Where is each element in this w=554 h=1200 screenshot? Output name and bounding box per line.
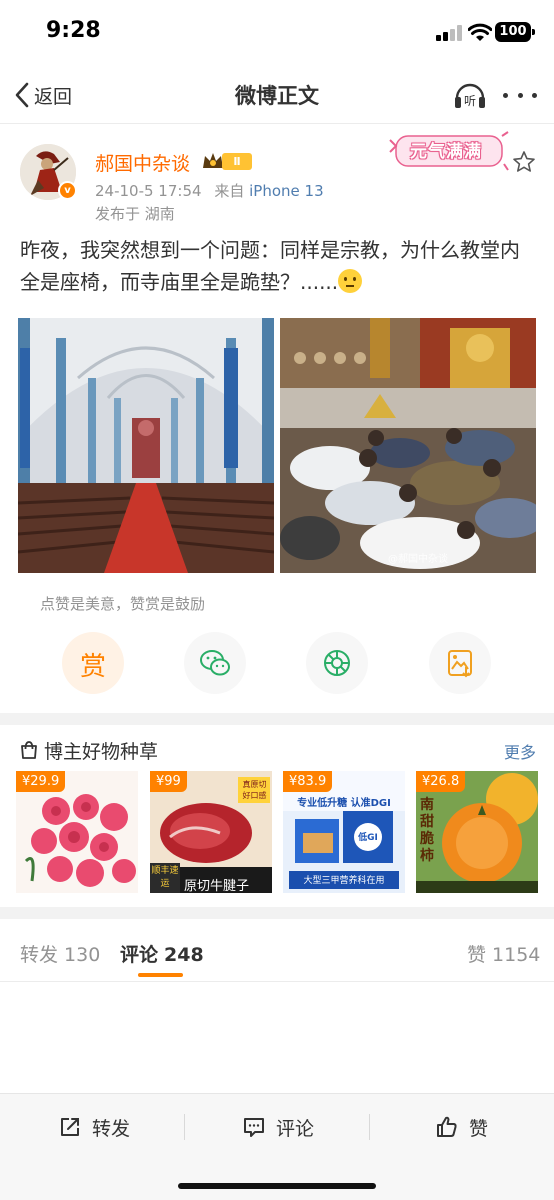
product-caption: 南甜脆柿 <box>420 797 434 864</box>
star-icon[interactable] <box>512 150 536 174</box>
post-location: 发布于 湖南 <box>95 205 175 223</box>
product-tag: 顺丰速运 <box>151 866 179 889</box>
product-card[interactable]: ¥99 真原切 好口感 顺丰速运 原切牛腱子 <box>150 771 272 893</box>
like-label: 赞 <box>469 1117 489 1140</box>
toolbar-separator <box>184 1114 185 1140</box>
post-image-temple[interactable]: @郝国中杂谈 <box>280 318 536 573</box>
shop-icon <box>21 741 37 759</box>
like-button[interactable]: 赞 <box>435 1112 488 1142</box>
post-text: 昨夜，我突然想到一个问题：同样是宗教，为什么教堂内全是座椅，而寺庙里全是跪垫？.… <box>20 234 536 298</box>
verified-badge-icon: v <box>58 181 77 200</box>
signal-icon <box>436 25 462 41</box>
comment-label: 评论 <box>276 1117 315 1140</box>
post-device[interactable]: iPhone 13 <box>249 182 324 200</box>
shop-title: 博主好物种草 <box>44 741 159 763</box>
tab-like-label: 赞 <box>467 944 487 966</box>
reward-icon: 赏 <box>79 652 106 682</box>
product-card[interactable]: ¥26.8 南甜脆柿 <box>416 771 538 893</box>
section-divider <box>0 907 554 919</box>
post-meta: 24-10-5 17:54 来自 iPhone 13 <box>95 180 324 201</box>
share-wechat-button[interactable] <box>184 632 246 694</box>
product-card[interactable]: ¥29.9 <box>16 771 138 893</box>
shop-more-link[interactable]: 更多 <box>504 739 536 763</box>
wifi-icon <box>468 23 492 41</box>
battery-indicator: 100 <box>495 22 535 42</box>
tab-repost-count: 130 <box>64 944 101 966</box>
nav-bar: 返回 微博正文 听 <box>0 66 554 124</box>
listen-icon[interactable]: 听 <box>452 78 488 112</box>
home-indicator[interactable] <box>178 1183 376 1189</box>
comment-icon <box>244 1118 264 1137</box>
product-price: ¥83.9 <box>283 771 333 792</box>
sticker-text: 元气满满 <box>410 142 482 162</box>
moments-icon <box>324 650 350 676</box>
tab-like[interactable]: 赞 1154 <box>467 940 540 967</box>
tab-active-indicator <box>138 973 183 977</box>
status-time: 9:28 <box>46 18 101 43</box>
section-divider <box>0 713 554 725</box>
wechat-icon <box>200 650 230 676</box>
post-tabs: 转发 130 评论 248 赞 1154 <box>0 922 554 982</box>
post-image-church[interactable] <box>18 318 274 573</box>
tab-repost-label: 转发 <box>20 944 59 966</box>
product-caption: 原切牛腱子 <box>184 879 250 893</box>
more-button[interactable] <box>503 80 537 110</box>
product-price: ¥99 <box>150 771 187 792</box>
product-badge: 低GI <box>358 833 378 843</box>
temple-worship-image <box>280 318 536 573</box>
tab-like-count: 1154 <box>492 944 541 966</box>
product-card[interactable]: ¥83.9 专业低升糖 认准DGI 低GI 大型三甲营养科在用 <box>283 771 405 893</box>
svg-text:听: 听 <box>464 94 476 108</box>
tab-comment[interactable]: 评论 248 <box>120 940 204 967</box>
comment-button[interactable]: 评论 <box>242 1112 314 1142</box>
share-icon <box>61 1118 79 1136</box>
level-badge: Ⅱ <box>222 153 252 170</box>
post-text-content: 昨夜，我突然想到一个问题：同样是宗教，为什么教堂内全是座椅，而寺庙里全是跪垫？.… <box>20 238 520 294</box>
tab-comment-count: 248 <box>164 944 204 966</box>
thumbs-up-icon <box>437 1116 457 1137</box>
save-image-icon <box>448 650 472 678</box>
product-headline: 专业低升糖 认准DGI <box>297 798 391 809</box>
thinking-emoji-icon <box>338 269 363 293</box>
status-bar: 9:28 100 <box>0 0 554 64</box>
source-prefix: 来自 <box>214 182 245 200</box>
product-badge: 真原切 好口感 <box>242 780 267 800</box>
save-image-button[interactable] <box>429 632 491 694</box>
post-date: 24-10-5 17:54 <box>95 182 202 200</box>
reward-button[interactable]: 赏 <box>62 632 124 694</box>
tab-comment-label: 评论 <box>120 944 159 966</box>
reward-tip: 点赞是美意，赞赏是鼓励 <box>40 595 206 613</box>
repost-button[interactable]: 转发 <box>58 1112 130 1142</box>
sticker-badge: 元气满满 <box>388 130 510 172</box>
product-price: ¥26.8 <box>416 771 466 792</box>
author-name[interactable]: 郝国中杂谈 <box>95 149 190 176</box>
product-price: ¥29.9 <box>16 771 66 792</box>
image-watermark: @郝国中杂谈 <box>388 554 448 565</box>
toolbar-separator <box>369 1114 370 1140</box>
weibo-post-page: 9:28 100 返回 微博正文 听 v 郝国中杂谈 Ⅱ 24-10-5 17:… <box>0 0 554 1200</box>
repost-label: 转发 <box>92 1117 131 1140</box>
church-interior-image <box>18 318 274 573</box>
product-caption: 大型三甲营养科在用 <box>303 876 385 886</box>
tab-repost[interactable]: 转发 130 <box>20 940 100 967</box>
share-moments-button[interactable] <box>306 632 368 694</box>
